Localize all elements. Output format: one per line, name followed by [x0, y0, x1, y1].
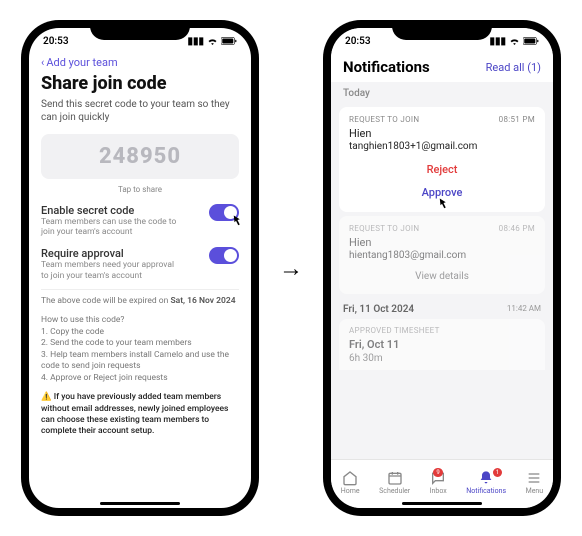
- nav-back-label: Add your team: [46, 56, 117, 69]
- tab-menu[interactable]: Menu: [526, 470, 544, 495]
- timesheet-type: APPROVED TIMESHEET: [349, 326, 440, 335]
- badge: 1: [493, 468, 502, 477]
- tap-to-share-label: Tap to share: [29, 181, 251, 200]
- battery-icon: [523, 37, 539, 45]
- request-type: REQUEST TO JOIN: [349, 115, 419, 124]
- toggle-enable-secret: Enable secret code Team members can use …: [29, 200, 251, 243]
- approve-button[interactable]: Approve: [349, 181, 535, 204]
- toggle-label: Require approval: [41, 247, 209, 260]
- wifi-icon: [207, 37, 218, 45]
- nav-back[interactable]: ‹ Add your team: [29, 54, 251, 73]
- cursor-icon: [227, 214, 245, 232]
- request-name: Hien: [349, 236, 535, 249]
- reject-button[interactable]: Reject: [349, 158, 535, 181]
- wifi-icon: [509, 37, 520, 45]
- warning-text: ⚠️ If you have previously added team mem…: [29, 388, 251, 442]
- request-email: tanghien1803+1@gmail.com: [349, 141, 535, 152]
- status-icons: ▮▮▮: [187, 36, 237, 47]
- content-right: Today REQUEST TO JOIN 08:51 PM Hien tang…: [331, 82, 553, 459]
- menu-icon: [526, 470, 542, 486]
- timesheet-date: Fri, Oct 11: [349, 338, 535, 351]
- expiry-text: The above code will be expired on Sat, 1…: [29, 292, 251, 311]
- tab-scheduler[interactable]: Scheduler: [379, 470, 410, 495]
- status-icons: ▮▮▮: [489, 36, 539, 47]
- request-time: 08:51 PM: [499, 115, 535, 124]
- divider: [41, 289, 239, 290]
- cursor-icon: [433, 197, 451, 215]
- status-time: 20:53: [43, 36, 69, 47]
- join-code: 248950: [41, 144, 239, 169]
- home-indicator: [100, 502, 180, 505]
- battery-icon: [221, 37, 237, 45]
- join-request-card[interactable]: REQUEST TO JOIN 08:51 PM Hien tanghien18…: [339, 107, 545, 212]
- tab-inbox[interactable]: 9 Inbox: [430, 470, 447, 495]
- today-label: Today: [331, 82, 553, 103]
- calendar-icon: [387, 470, 403, 486]
- join-code-box[interactable]: 248950: [41, 134, 239, 179]
- page-subtitle: Send this secret code to your team so th…: [29, 98, 251, 130]
- notch: [90, 20, 190, 40]
- toggle-label: Enable secret code: [41, 204, 209, 217]
- signal-icon: ▮▮▮: [187, 36, 204, 47]
- read-all-button[interactable]: Read all (1): [486, 61, 541, 74]
- bell-icon: [478, 470, 494, 486]
- nav-title: Notifications: [343, 58, 430, 76]
- request-email: hientang1803@gmail.com: [349, 250, 535, 261]
- nav-bar: Notifications Read all (1): [331, 54, 553, 82]
- notch: [392, 20, 492, 40]
- content-left: Share join code Send this secret code to…: [29, 73, 251, 508]
- home-indicator: [402, 502, 482, 505]
- toggle-switch[interactable]: [209, 247, 239, 264]
- toggle-desc: Team members need your approval to join …: [41, 260, 209, 280]
- status-time: 20:53: [345, 36, 371, 47]
- toggle-require-approval: Require approval Team members need your …: [29, 243, 251, 286]
- timesheet-card[interactable]: APPROVED TIMESHEET Fri, Oct 11 6h 30m: [339, 319, 545, 370]
- view-details-button[interactable]: View details: [349, 267, 535, 286]
- chevron-left-icon: ‹: [41, 56, 44, 69]
- request-time: 08:46 PM: [499, 224, 535, 233]
- tab-notifications[interactable]: 1 Notifications: [466, 470, 506, 495]
- toggle-desc: Team members can use the code to join yo…: [41, 217, 209, 237]
- join-request-card[interactable]: REQUEST TO JOIN 08:46 PM Hien hientang18…: [339, 216, 545, 294]
- screen-right: 20:53 ▮▮▮ Notifications Read all (1) Tod…: [331, 28, 553, 508]
- arrow-icon: →: [279, 254, 303, 283]
- timesheet-duration: 6h 30m: [349, 353, 535, 364]
- phone-right: 20:53 ▮▮▮ Notifications Read all (1) Tod…: [323, 20, 561, 516]
- date-header: Fri, 11 Oct 2024 11:42 AM: [331, 298, 553, 317]
- request-name: Hien: [349, 127, 535, 140]
- signal-icon: ▮▮▮: [489, 36, 506, 47]
- badge: 9: [433, 468, 442, 477]
- page-title: Share join code: [29, 73, 251, 98]
- request-type: REQUEST TO JOIN: [349, 224, 419, 233]
- home-icon: [342, 470, 358, 486]
- howto-block: How to use this code? 1. Copy the code 2…: [29, 311, 251, 388]
- tab-bar: Home Scheduler 9 Inbox 1 Notifications M…: [331, 459, 553, 508]
- phone-left: 20:53 ▮▮▮ ‹ Add your team Share join cod…: [21, 20, 259, 516]
- screen-left: 20:53 ▮▮▮ ‹ Add your team Share join cod…: [29, 28, 251, 508]
- tab-home[interactable]: Home: [341, 470, 360, 495]
